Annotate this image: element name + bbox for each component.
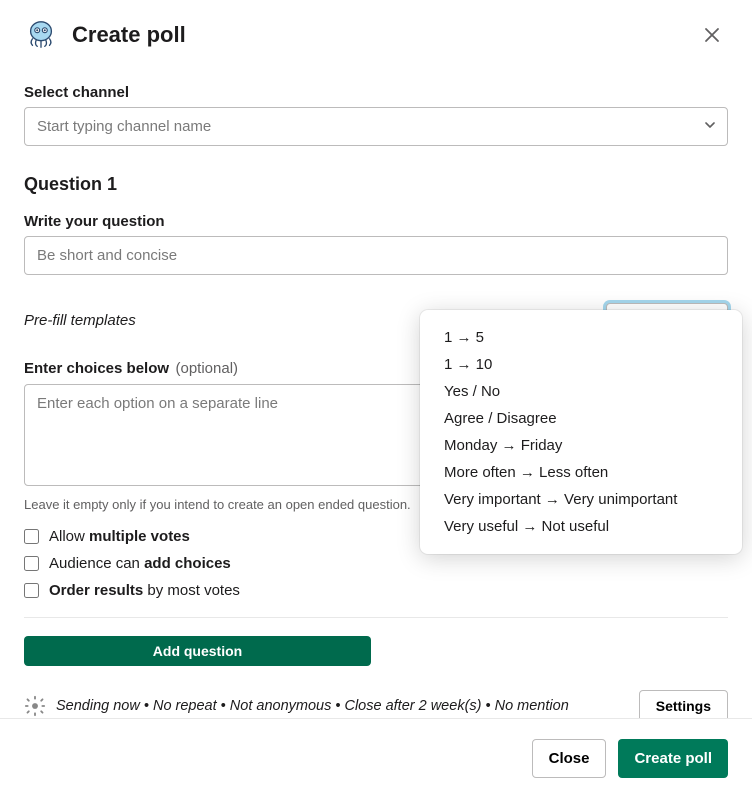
dropdown-item[interactable]: Agree / Disagree: [420, 405, 742, 432]
close-button[interactable]: Close: [532, 739, 607, 778]
dropdown-item[interactable]: More often → Less often: [420, 459, 742, 486]
octopus-icon: [24, 18, 58, 52]
dropdown-item[interactable]: Yes / No: [420, 378, 742, 405]
dropdown-item[interactable]: Very important → Very unimportant: [420, 486, 742, 513]
order-results-checkbox[interactable]: [24, 583, 39, 598]
close-icon[interactable]: [696, 19, 728, 51]
modal-header: Create poll: [0, 0, 752, 58]
order-results-label: Order results by most votes: [49, 582, 240, 599]
create-poll-button[interactable]: Create poll: [618, 739, 728, 778]
divider: [24, 617, 728, 618]
add-question-button[interactable]: Add question: [24, 636, 371, 666]
question-label: Write your question: [24, 213, 728, 230]
dropdown-item[interactable]: 1 → 5: [420, 324, 742, 351]
modal-title: Create poll: [72, 22, 696, 48]
modal-footer: Close Create poll: [0, 718, 752, 798]
dropdown-item[interactable]: Monday → Friday: [420, 432, 742, 459]
gear-icon: [24, 695, 46, 717]
dropdown-item[interactable]: 1 → 10: [420, 351, 742, 378]
dropdown-item[interactable]: Very useful → Not useful: [420, 513, 742, 540]
question-heading: Question 1: [24, 174, 728, 195]
allow-multiple-checkbox[interactable]: [24, 529, 39, 544]
status-text: Sending now • No repeat • Not anonymous …: [56, 698, 629, 714]
channel-select-wrap: Start typing channel name: [24, 107, 728, 146]
channel-select[interactable]: Start typing channel name: [24, 107, 728, 146]
channel-label: Select channel: [24, 84, 728, 101]
audience-add-row[interactable]: Audience can add choices: [24, 555, 728, 572]
allow-multiple-label: Allow multiple votes: [49, 528, 190, 545]
choices-label: Enter choices below: [24, 360, 169, 377]
choices-optional: (optional): [176, 360, 239, 377]
audience-add-checkbox[interactable]: [24, 556, 39, 571]
audience-add-label: Audience can add choices: [49, 555, 231, 572]
order-results-row[interactable]: Order results by most votes: [24, 582, 728, 599]
prefill-dropdown: 1 → 5 1 → 10 Yes / No Agree / Disagree M…: [420, 310, 742, 554]
question-input[interactable]: [24, 236, 728, 275]
prefill-label: Pre-fill templates: [24, 312, 136, 329]
